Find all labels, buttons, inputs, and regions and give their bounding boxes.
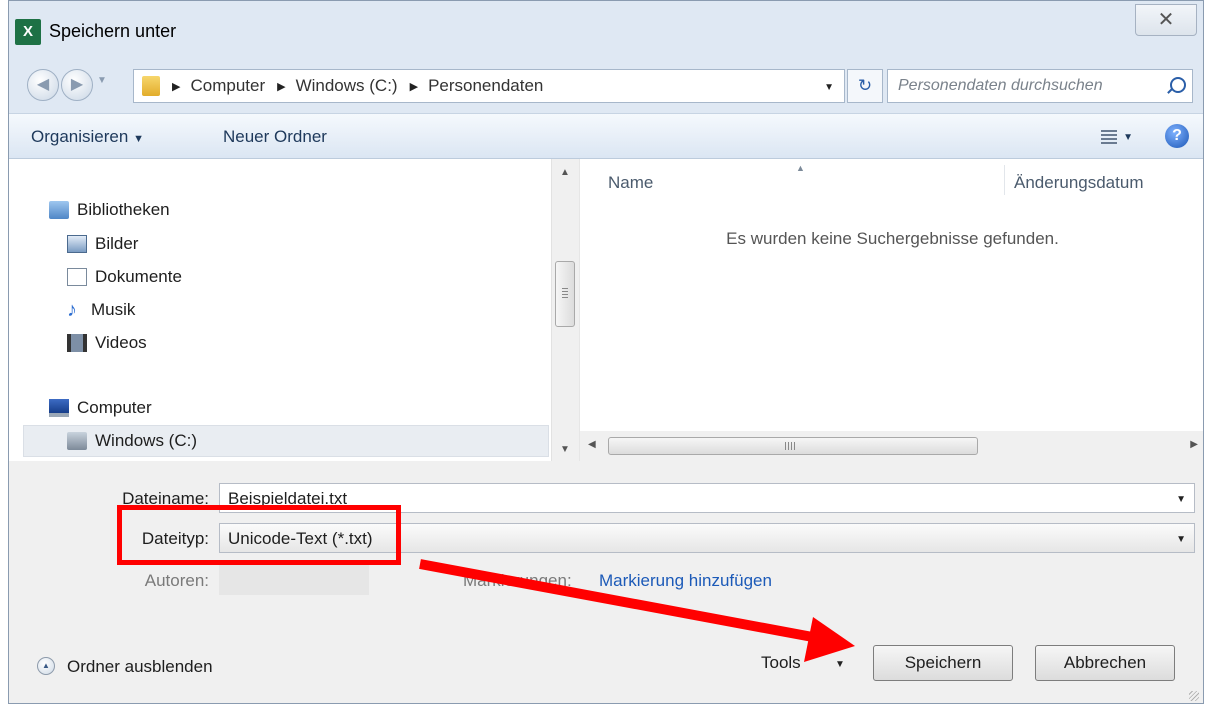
arrow-head-icon bbox=[804, 617, 855, 662]
annotation-arrow bbox=[419, 559, 855, 662]
arrow-shaft bbox=[419, 559, 819, 643]
